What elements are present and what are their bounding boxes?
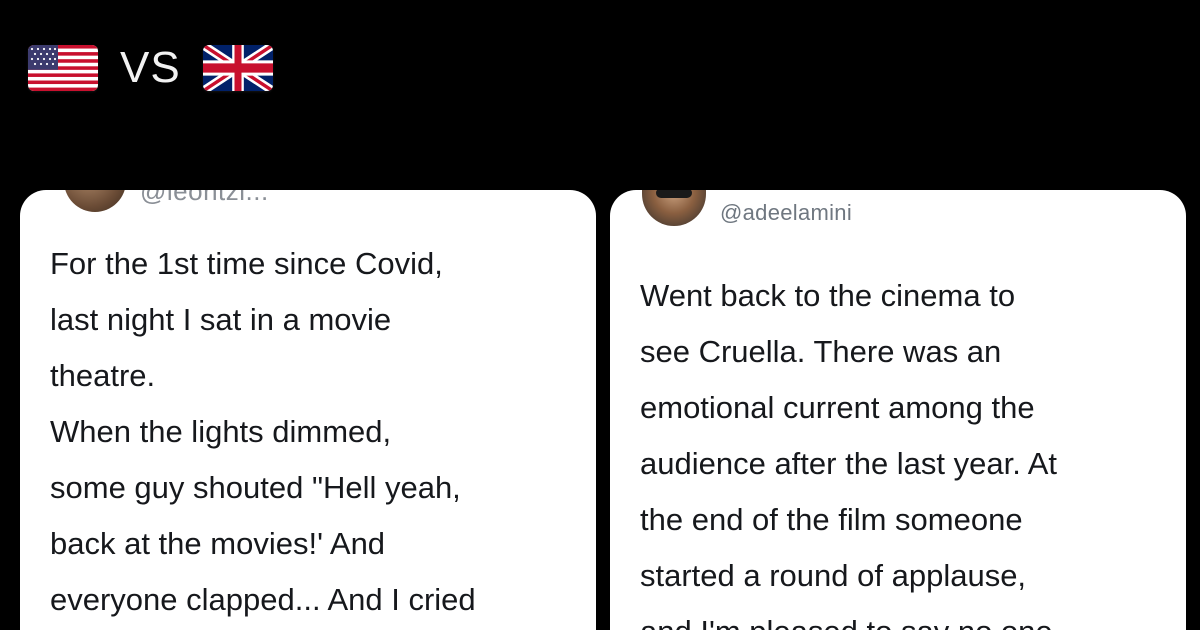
header: VS [28,36,273,100]
username-handle: @adeelamini [720,200,853,225]
avatar [64,190,126,212]
tweet-text: For the 1st time since Covid, last night… [50,246,476,617]
tweet-text: Went back to the cinema to see Cruella. … [640,278,1058,630]
tweet-card-left: @leontzi... For the 1st time since Covid… [20,190,596,630]
tweet-card-right: @adeelamini Went back to the cinema to s… [610,190,1186,630]
uk-flag-icon [202,45,273,91]
us-flag-icon [28,45,98,91]
username-handle-partial: @leontzi... [140,190,269,206]
vs-label: VS [120,43,181,92]
meme-canvas: VS @leontzi... For the 1st time since Co… [0,0,1200,630]
avatar [642,190,706,226]
